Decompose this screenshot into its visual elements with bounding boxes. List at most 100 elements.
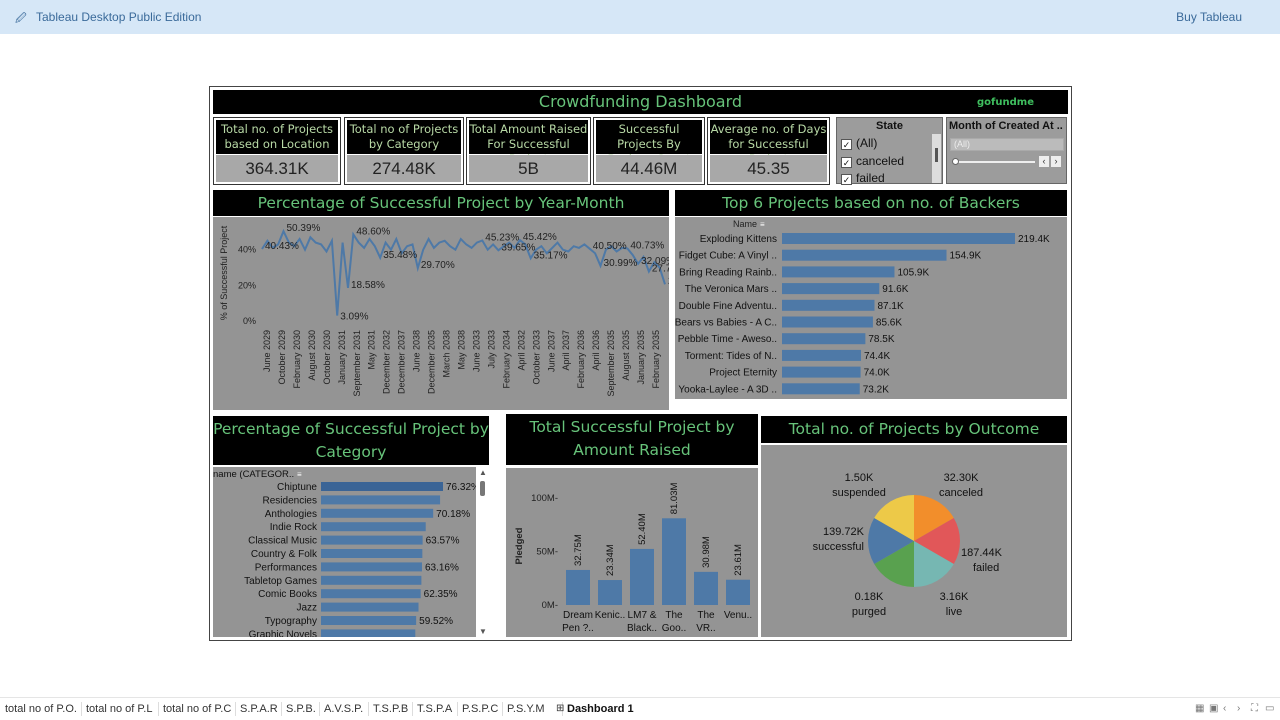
data-label: 40.50% <box>593 241 627 252</box>
pie-name-label: live <box>946 606 963 618</box>
category-bar-chart[interactable]: name (CATEGOR.. ≡ Chiptune 76.32% Residencie… <box>213 467 489 640</box>
pie-name-label: purged <box>852 606 886 618</box>
data-label: 18.58% <box>351 280 385 291</box>
sheet-tab[interactable]: T.S.P.B <box>373 703 408 715</box>
prev-month-icon[interactable]: ‹ <box>1039 156 1049 167</box>
category-panel: name (CATEGOR.. ≡ Chiptune 76.32% Residencie… <box>213 467 489 640</box>
dashboard-title: Crowdfunding Dashboard <box>538 92 743 111</box>
fit-icon[interactable]: ⛶ <box>1251 703 1258 714</box>
data-label: 45.42% <box>523 232 557 243</box>
kpi-label: Total Amount Raised For Successful Proje… <box>469 120 588 166</box>
next-sheet-icon[interactable]: › <box>1237 703 1240 714</box>
state-option-failed[interactable]: ✓ failed <box>841 171 885 185</box>
top6-title: Top 6 Projects based on no. of Backers <box>675 190 1067 216</box>
x-tick-label: December 2032 <box>382 330 392 394</box>
sheet-tab[interactable]: Dashboard 1 <box>567 703 634 715</box>
kpi-value: 44.46M <box>596 155 702 182</box>
sheet-tab[interactable]: total no of P.O. <box>5 703 77 715</box>
sheet-tab[interactable]: S.P.B. <box>286 703 316 715</box>
state-filter[interactable]: State ✓ (All) ✓ canceled ✓ failed <box>836 117 943 185</box>
bar <box>782 266 895 278</box>
sort-icon: ≡ <box>760 220 765 229</box>
sheet-tab[interactable]: T.S.P.A <box>417 703 452 715</box>
state-scrollbar[interactable] <box>932 134 941 183</box>
bar-value-label: 74.4K <box>864 351 890 362</box>
month-slider-track[interactable] <box>953 161 1035 163</box>
x-tick-label: The <box>697 610 715 621</box>
prev-sheet-icon[interactable]: ‹ <box>1223 703 1226 714</box>
bar <box>726 579 750 605</box>
sheet-tab[interactable]: total no of P.L <box>86 703 152 715</box>
scroll-up-icon[interactable]: ▲ <box>479 468 487 477</box>
bar-category-label: Country & Folk <box>251 549 318 560</box>
checkbox-icon[interactable]: ✓ <box>841 174 852 185</box>
fullscreen-icon[interactable]: ▭ <box>1265 703 1274 714</box>
data-label: 27.79% <box>652 263 669 274</box>
tableau-icon: 🖉 <box>15 13 27 25</box>
bar-category-label: Chiptune <box>277 482 317 493</box>
bar-value-label: 63.57% <box>426 536 460 547</box>
data-label: 20.64% <box>668 276 669 287</box>
dashboard-tab-icon: ⊞ <box>556 703 565 714</box>
pie-value-label: 139.72K <box>823 526 865 538</box>
bar-value-label: 62.35% <box>424 589 458 600</box>
checkbox-icon[interactable]: ✓ <box>841 157 852 168</box>
pie-value-label: 1.50K <box>845 472 874 484</box>
bar <box>782 299 875 311</box>
month-filter-value[interactable]: (All) <box>950 138 1064 151</box>
sheet-tabs: total no of P.O. total no of P.L total no … <box>0 697 1280 720</box>
sheet-tab[interactable]: S.P.A.R <box>240 703 278 715</box>
kpi-value: 274.48K <box>347 155 461 182</box>
bar <box>321 616 417 625</box>
bar <box>782 366 861 378</box>
year-month-panel: % of Successful Project 0% 20% 40% 40.43% 50.… <box>213 217 702 410</box>
month-slider-handle[interactable] <box>952 158 959 165</box>
scroll-thumb[interactable] <box>480 481 485 496</box>
bar-value-label: 73.2K <box>863 384 889 395</box>
bar-category-label: Anthologies <box>265 509 317 520</box>
sheet-tab[interactable]: P.S.P.C <box>462 703 498 715</box>
bar <box>630 548 654 605</box>
state-option-label: failed <box>856 171 885 185</box>
bar <box>321 562 422 572</box>
bar <box>662 518 686 605</box>
tab-separator <box>81 702 82 716</box>
amount-bar-chart[interactable]: Pledged 0M- 50M- 100M- 32.75M Dream Pen ?.. 23.… <box>506 468 758 637</box>
sheet-tab[interactable]: total no of P.C <box>163 703 231 715</box>
bar-value-label: 52.40M <box>637 513 648 545</box>
bar-category-label: Graphic Novels <box>249 629 317 637</box>
x-tick-label: VR.. <box>696 623 715 634</box>
pie-name-label: successful <box>813 541 864 553</box>
kpi-label: Total no. of Projects based on Location <box>216 120 338 154</box>
kpi-value: 45.35 <box>710 155 827 182</box>
x-tick-label: February 2034 <box>501 330 511 389</box>
buy-tableau-link[interactable]: Buy Tableau <box>1176 10 1242 24</box>
pie-name-label: failed <box>973 562 999 574</box>
sheet-tab[interactable]: P.S.Y.M <box>507 703 545 715</box>
sheet-tab[interactable]: A.V.S.P. <box>324 703 363 715</box>
outcome-pie-chart[interactable]: 32.30K canceled 187.44K failed 3.16K live 0.18… <box>761 445 1067 637</box>
grid-view-icon[interactable]: ▦ <box>1195 703 1204 714</box>
next-month-icon[interactable]: › <box>1051 156 1061 167</box>
data-label: 35.48% <box>383 250 417 261</box>
x-tick-label: The <box>665 610 683 621</box>
top6-bar-chart[interactable]: Name ≡ Exploding Kittens 219.4K Fidget Cube:… <box>675 217 1067 399</box>
checkbox-icon[interactable]: ✓ <box>841 139 852 150</box>
x-tick-label: June 2033 <box>471 330 481 372</box>
state-option-all[interactable]: ✓ (All) <box>841 136 877 150</box>
kpi-backers: Successful Projects By Backers Count 44.… <box>593 117 705 185</box>
tab-separator <box>412 702 413 716</box>
filmstrip-icon[interactable]: ▣ <box>1209 703 1218 714</box>
bar-category-label: Torment: Tides of N.. <box>685 351 777 362</box>
month-filter[interactable]: Month of Created At .. (All) ‹ › <box>946 117 1067 184</box>
bar <box>321 482 443 491</box>
x-tick-label: June 2029 <box>262 330 272 372</box>
top-bar: 🖉 Tableau Desktop Public Edition Buy Tab… <box>0 0 1280 34</box>
category-scrollbar[interactable]: ▲ ▼ <box>476 467 489 637</box>
year-month-line-chart[interactable]: % of Successful Project 0% 20% 40% 40.43% 50.… <box>213 217 702 410</box>
scroll-down-icon[interactable]: ▼ <box>479 627 487 636</box>
bar-value-label: 32.75M <box>573 534 584 566</box>
data-label: 35.17% <box>534 250 568 261</box>
state-option-canceled[interactable]: ✓ canceled <box>841 154 904 168</box>
bar-category-label: Classical Music <box>248 536 317 547</box>
